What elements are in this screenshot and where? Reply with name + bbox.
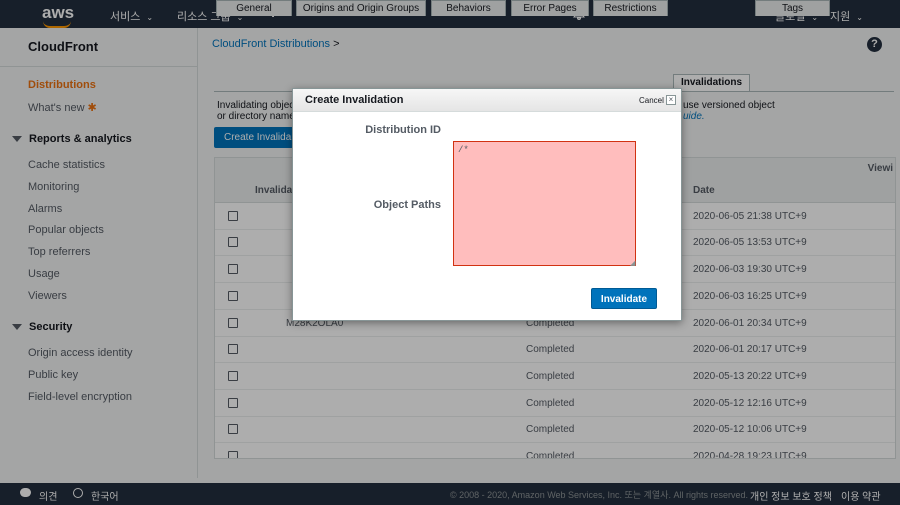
create-invalidation-dialog: Create Invalidation Cancel × Distributio… bbox=[292, 88, 682, 321]
resize-handle-icon[interactable]: ◢ bbox=[630, 259, 635, 267]
dialog-header: Create Invalidation Cancel × bbox=[293, 89, 681, 112]
object-paths-input[interactable]: /* bbox=[453, 141, 636, 266]
close-icon[interactable]: × bbox=[666, 95, 676, 105]
object-paths-label: Object Paths bbox=[373, 199, 441, 211]
dialog-title: Create Invalidation bbox=[305, 94, 404, 106]
distribution-id-label: Distribution ID bbox=[365, 124, 441, 136]
invalidate-button[interactable]: Invalidate bbox=[591, 288, 657, 309]
cancel-link[interactable]: Cancel bbox=[639, 96, 664, 105]
